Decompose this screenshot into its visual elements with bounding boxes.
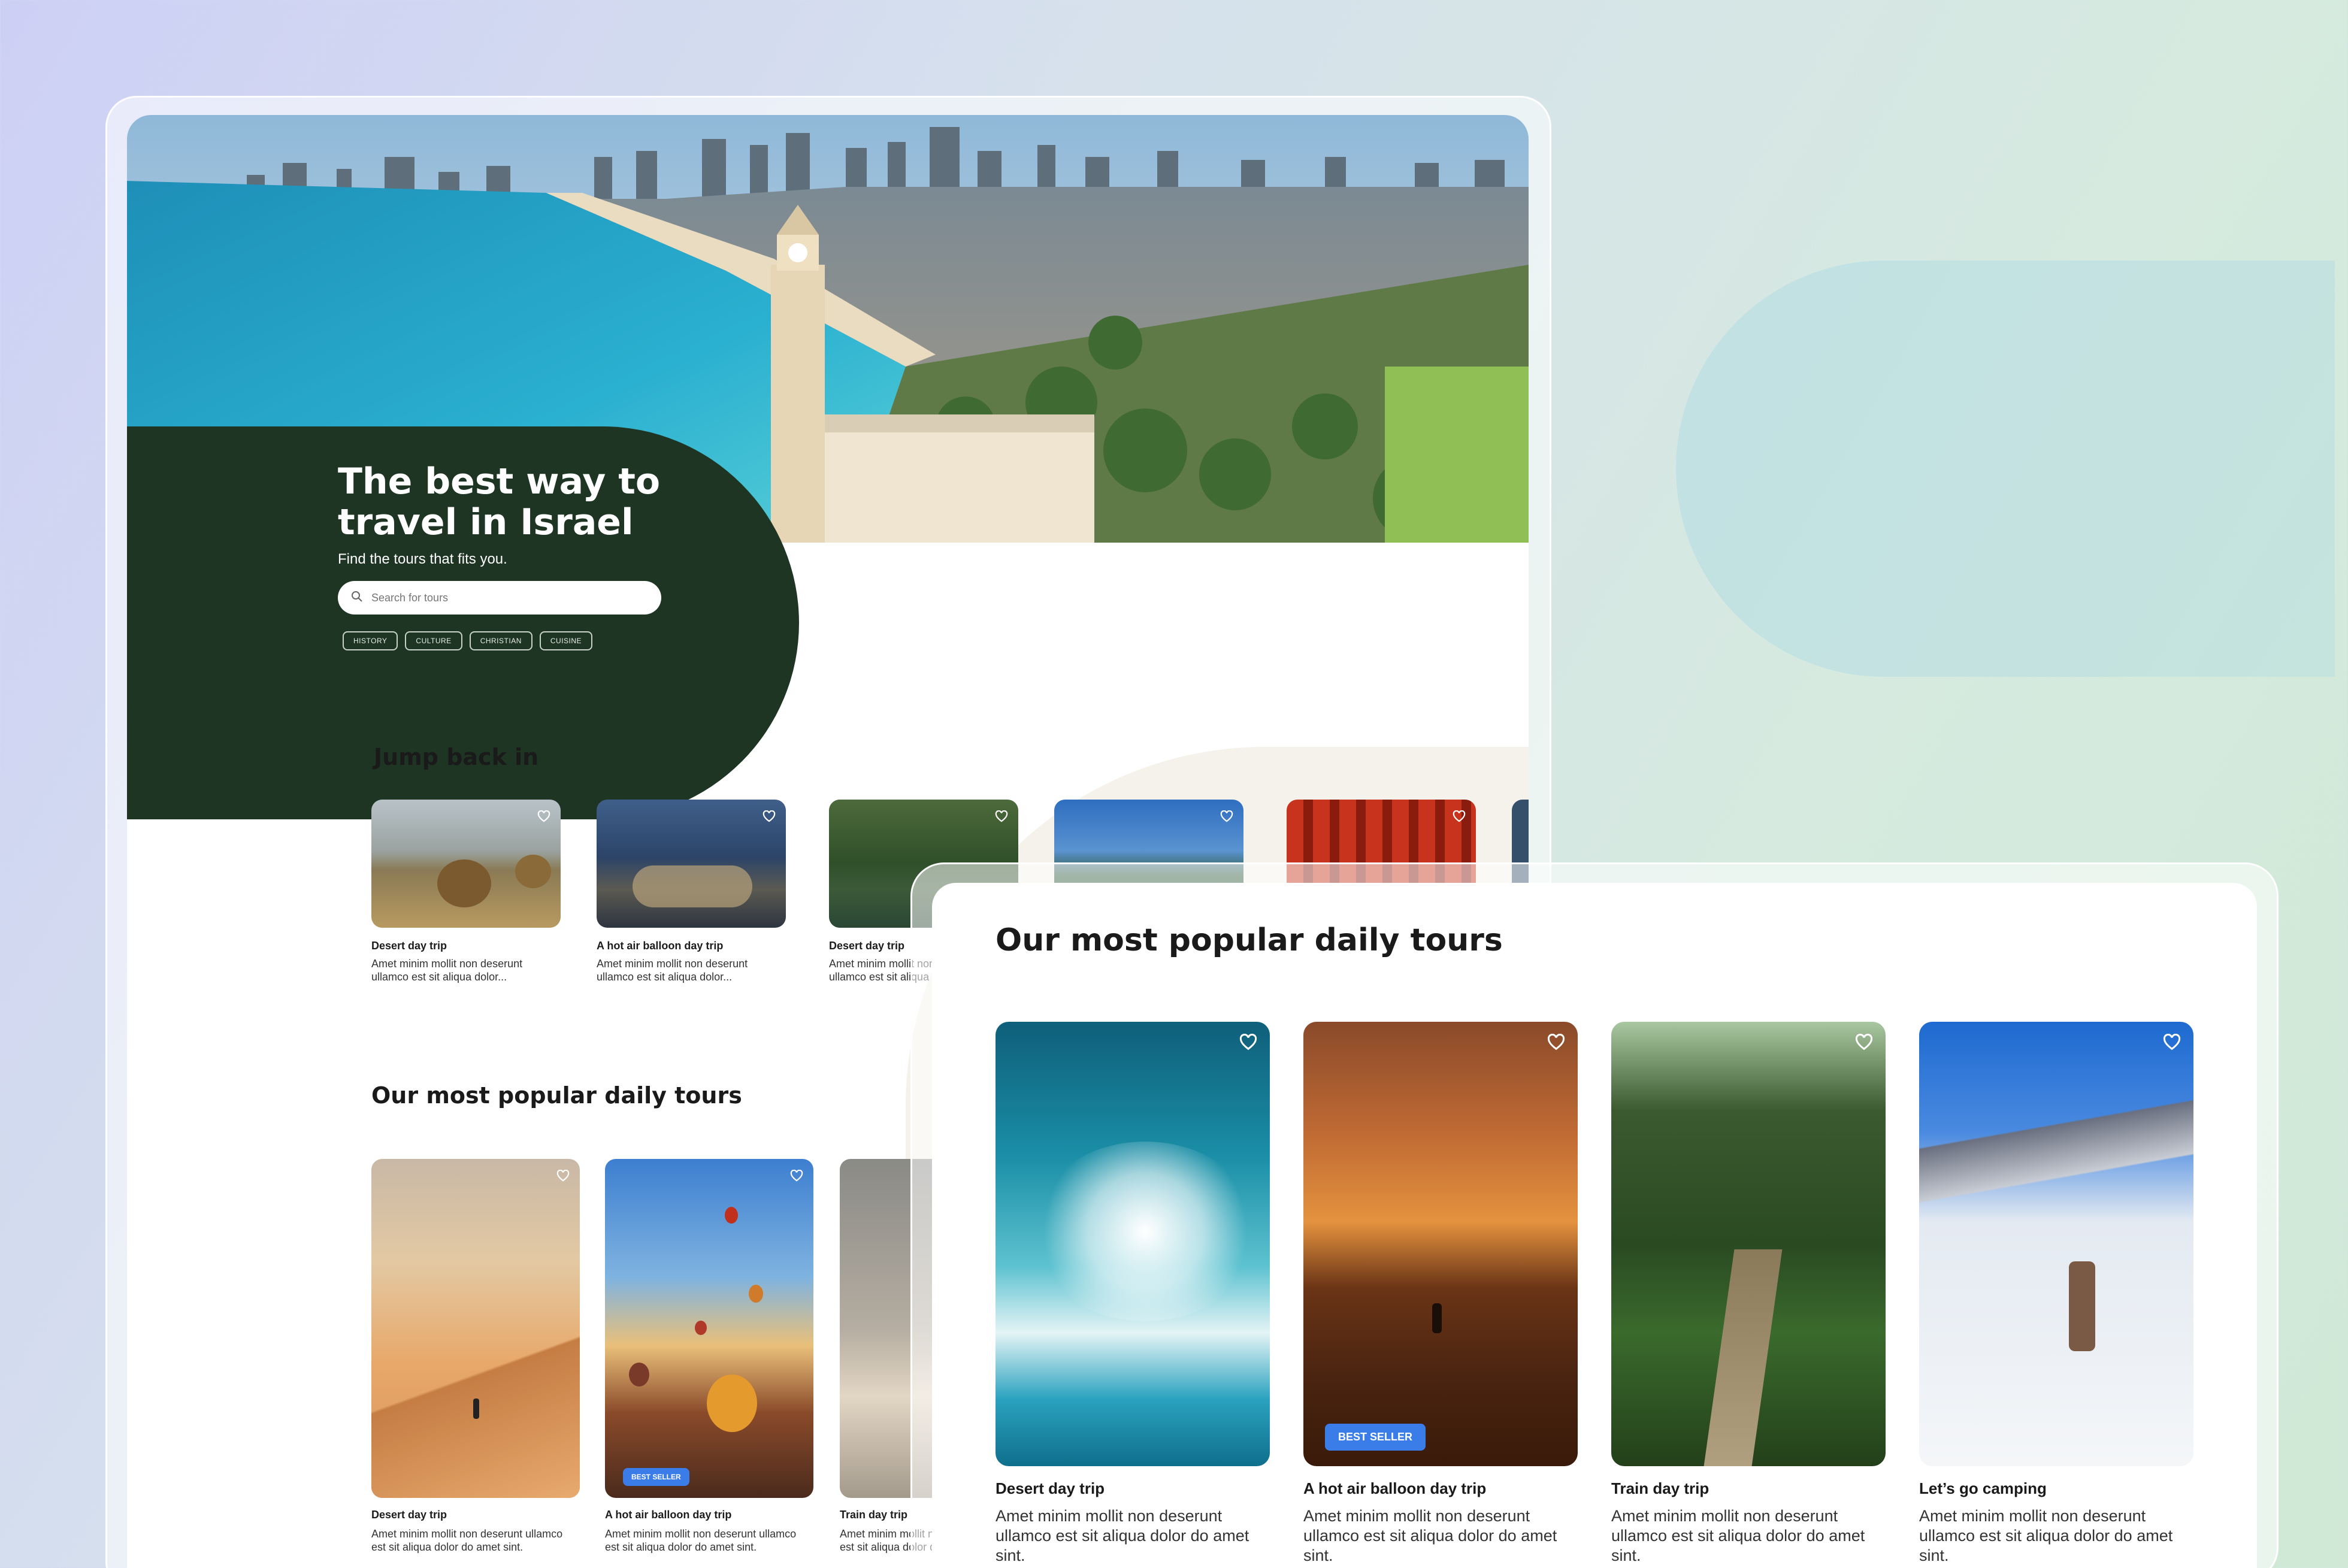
tour-card[interactable]: Train day trip Amet minim mollit non des…: [1611, 1022, 1886, 1566]
card-image-desert-dune: [371, 1159, 580, 1498]
hero-title: The best way to travel in Israel: [338, 461, 661, 543]
tour-card[interactable]: Desert day trip Amet minim mollit non de…: [996, 1022, 1270, 1566]
best-seller-badge: BEST SELLER: [1325, 1424, 1426, 1451]
card-description: Amet minim mollit non deserunt ullamco e…: [996, 1507, 1249, 1564]
heart-icon[interactable]: [761, 808, 777, 825]
card-description: Amet minim mollit non deserunt ullamco e…: [1611, 1507, 1865, 1564]
popular-title: Our most popular daily tours: [371, 1082, 742, 1109]
card-description: Amet minim mollit non deserunt ullamco e…: [597, 958, 748, 983]
heart-icon[interactable]: [993, 808, 1010, 825]
category-chips: HISTORY CULTURE CHRISTIAN CUISINE: [343, 631, 593, 650]
card-description: Amet minim mollit non deserunt ullamco e…: [605, 1528, 797, 1553]
best-seller-badge: BEST SELLER: [623, 1468, 689, 1486]
card-description: Amet minim mollit non deserunt ullamco e…: [1303, 1507, 1557, 1564]
tour-card[interactable]: BEST SELLER A hot air balloon day trip A…: [605, 1159, 813, 1554]
card-title: A hot air balloon day trip: [597, 940, 724, 952]
card-image-forest-path: [1611, 1022, 1886, 1466]
front-screen: Our most popular daily tours Desert day …: [932, 883, 2257, 1568]
heart-icon[interactable]: [2161, 1031, 2183, 1053]
card-image-sunset-sea: BEST SELLER: [1303, 1022, 1578, 1466]
chip-history[interactable]: HISTORY: [343, 631, 398, 650]
card-title: Train day trip: [1611, 1479, 1709, 1497]
card-image-hay-field: [371, 800, 561, 928]
card-description: Amet minim mollit non deserunt ullamco e…: [371, 958, 523, 983]
card-title: Desert day trip: [371, 940, 447, 952]
heart-icon[interactable]: [1545, 1031, 1567, 1053]
card-title: Desert day trip: [996, 1479, 1105, 1497]
search-input[interactable]: [371, 591, 623, 604]
card-title: A hot air balloon day trip: [605, 1509, 732, 1521]
tour-card[interactable]: BEST SELLER A hot air balloon day trip A…: [1303, 1022, 1578, 1566]
card-image-night-city: [597, 800, 786, 928]
card-title: Let’s go camping: [1919, 1479, 2047, 1497]
card-image-hot-air-balloons: BEST SELLER: [605, 1159, 813, 1498]
search-bar[interactable]: [338, 581, 661, 615]
heart-icon[interactable]: [1218, 808, 1235, 825]
card-image-ocean-wave: [996, 1022, 1270, 1466]
heart-icon[interactable]: [555, 1167, 571, 1184]
card-title: A hot air balloon day trip: [1303, 1479, 1487, 1497]
card-description: Amet minim mollit non deserunt ullamco e…: [1919, 1507, 2173, 1564]
heart-icon[interactable]: [788, 1167, 805, 1184]
tour-card[interactable]: Desert day trip Amet minim mollit non de…: [371, 1159, 580, 1554]
heart-icon[interactable]: [1451, 808, 1468, 825]
heart-icon[interactable]: [1853, 1031, 1875, 1053]
tour-card[interactable]: Let’s go camping Amet minim mollit non d…: [1919, 1022, 2193, 1566]
card-image-snowy-mountain: [1919, 1022, 2193, 1466]
jump-card[interactable]: A hot air balloon day trip Amet minim mo…: [597, 800, 786, 983]
jump-card[interactable]: Desert day trip Amet minim mollit non de…: [371, 800, 561, 983]
chip-cuisine[interactable]: CUISINE: [539, 631, 593, 650]
heart-icon[interactable]: [535, 808, 552, 825]
chip-culture[interactable]: CULTURE: [405, 631, 462, 650]
card-description: Amet minim mollit non deserunt ullamco e…: [371, 1528, 563, 1553]
popular-title-large: Our most popular daily tours: [996, 922, 1503, 958]
card-title: Desert day trip: [371, 1509, 447, 1521]
chip-christian[interactable]: CHRISTIAN: [469, 631, 532, 650]
decorative-pill-shape: [1676, 261, 2335, 677]
search-icon: [351, 591, 363, 606]
jump-back-title: Jump back in: [374, 744, 539, 770]
heart-icon[interactable]: [1237, 1031, 1259, 1053]
hero-subtitle: Find the tours that fits you.: [338, 551, 507, 567]
